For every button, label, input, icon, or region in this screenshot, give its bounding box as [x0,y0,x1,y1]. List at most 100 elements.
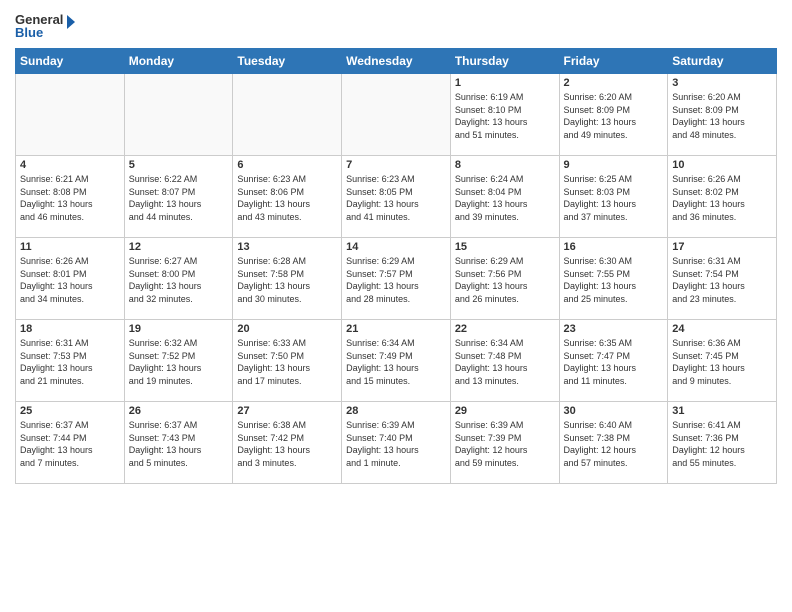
day-number: 19 [129,323,229,335]
calendar-cell: 4 Sunrise: 6:21 AM Sunset: 8:08 PM Daylig… [16,156,125,238]
day-info: Sunrise: 6:36 AM Sunset: 7:45 PM Dayligh… [672,337,772,387]
day-info: Sunrise: 6:31 AM Sunset: 7:54 PM Dayligh… [672,255,772,305]
day-number: 12 [129,241,229,253]
day-number: 31 [672,405,772,417]
day-number: 18 [20,323,120,335]
calendar-cell [233,74,342,156]
day-info: Sunrise: 6:37 AM Sunset: 7:43 PM Dayligh… [129,419,229,469]
day-info: Sunrise: 6:41 AM Sunset: 7:36 PM Dayligh… [672,419,772,469]
day-number: 26 [129,405,229,417]
calendar-cell: 31 Sunrise: 6:41 AM Sunset: 7:36 PM Dayli… [668,402,777,484]
calendar-cell: 11 Sunrise: 6:26 AM Sunset: 8:01 PM Dayli… [16,238,125,320]
calendar-cell: 22 Sunrise: 6:34 AM Sunset: 7:48 PM Dayli… [450,320,559,402]
day-info: Sunrise: 6:34 AM Sunset: 7:49 PM Dayligh… [346,337,446,387]
day-number: 30 [564,405,664,417]
day-number: 9 [564,159,664,171]
day-info: Sunrise: 6:25 AM Sunset: 8:03 PM Dayligh… [564,173,664,223]
weekday-header-sunday: Sunday [16,49,125,74]
day-number: 2 [564,77,664,89]
day-number: 15 [455,241,555,253]
calendar-cell: 2 Sunrise: 6:20 AM Sunset: 8:09 PM Daylig… [559,74,668,156]
day-info: Sunrise: 6:31 AM Sunset: 7:53 PM Dayligh… [20,337,120,387]
day-info: Sunrise: 6:30 AM Sunset: 7:55 PM Dayligh… [564,255,664,305]
calendar-cell: 24 Sunrise: 6:36 AM Sunset: 7:45 PM Dayli… [668,320,777,402]
day-number: 13 [237,241,337,253]
svg-text:Blue: Blue [15,25,43,40]
day-number: 25 [20,405,120,417]
page: GeneralBlue SundayMondayTuesdayWednesday… [0,0,792,612]
day-number: 24 [672,323,772,335]
calendar-cell: 12 Sunrise: 6:27 AM Sunset: 8:00 PM Dayli… [124,238,233,320]
calendar-cell: 10 Sunrise: 6:26 AM Sunset: 8:02 PM Dayli… [668,156,777,238]
day-info: Sunrise: 6:34 AM Sunset: 7:48 PM Dayligh… [455,337,555,387]
week-row-5: 25Sunrise: 6:37 AM Sunset: 7:44 PM Dayli… [16,402,777,484]
calendar-cell: 14Sunrise: 6:29 AM Sunset: 7:57 PM Dayli… [342,238,451,320]
calendar-cell: 30 Sunrise: 6:40 AM Sunset: 7:38 PM Dayli… [559,402,668,484]
day-info: Sunrise: 6:20 AM Sunset: 8:09 PM Dayligh… [672,91,772,141]
week-row-3: 11 Sunrise: 6:26 AM Sunset: 8:01 PM Dayli… [16,238,777,320]
day-info: Sunrise: 6:22 AM Sunset: 8:07 PM Dayligh… [129,173,229,223]
day-info: Sunrise: 6:27 AM Sunset: 8:00 PM Dayligh… [129,255,229,305]
day-number: 16 [564,241,664,253]
week-row-4: 18 Sunrise: 6:31 AM Sunset: 7:53 PM Dayli… [16,320,777,402]
week-row-1: 1 Sunrise: 6:19 AM Sunset: 8:10 PM Daylig… [16,74,777,156]
calendar-cell [124,74,233,156]
calendar-cell: 6 Sunrise: 6:23 AM Sunset: 8:06 PM Daylig… [233,156,342,238]
day-number: 23 [564,323,664,335]
calendar-cell: 15 Sunrise: 6:29 AM Sunset: 7:56 PM Dayli… [450,238,559,320]
calendar-cell: 8 Sunrise: 6:24 AM Sunset: 8:04 PM Daylig… [450,156,559,238]
weekday-header-monday: Monday [124,49,233,74]
day-number: 3 [672,77,772,89]
calendar-cell: 13Sunrise: 6:28 AM Sunset: 7:58 PM Dayli… [233,238,342,320]
day-number: 28 [346,405,446,417]
day-number: 8 [455,159,555,171]
day-number: 29 [455,405,555,417]
day-number: 21 [346,323,446,335]
calendar-cell: 21 Sunrise: 6:34 AM Sunset: 7:49 PM Dayli… [342,320,451,402]
week-row-2: 4 Sunrise: 6:21 AM Sunset: 8:08 PM Daylig… [16,156,777,238]
day-info: Sunrise: 6:39 AM Sunset: 7:39 PM Dayligh… [455,419,555,469]
calendar-cell [342,74,451,156]
calendar-cell: 29 Sunrise: 6:39 AM Sunset: 7:39 PM Dayli… [450,402,559,484]
calendar-cell: 5 Sunrise: 6:22 AM Sunset: 8:07 PM Daylig… [124,156,233,238]
header: GeneralBlue [15,10,777,42]
logo-svg: GeneralBlue [15,10,75,42]
calendar-cell: 3 Sunrise: 6:20 AM Sunset: 8:09 PM Daylig… [668,74,777,156]
day-number: 14 [346,241,446,253]
calendar-cell [16,74,125,156]
calendar-cell: 23 Sunrise: 6:35 AM Sunset: 7:47 PM Dayli… [559,320,668,402]
day-info: Sunrise: 6:32 AM Sunset: 7:52 PM Dayligh… [129,337,229,387]
day-number: 22 [455,323,555,335]
day-info: Sunrise: 6:23 AM Sunset: 8:05 PM Dayligh… [346,173,446,223]
day-info: Sunrise: 6:19 AM Sunset: 8:10 PM Dayligh… [455,91,555,141]
day-info: Sunrise: 6:40 AM Sunset: 7:38 PM Dayligh… [564,419,664,469]
calendar-cell: 26 Sunrise: 6:37 AM Sunset: 7:43 PM Dayli… [124,402,233,484]
calendar-cell: 19 Sunrise: 6:32 AM Sunset: 7:52 PM Dayli… [124,320,233,402]
day-number: 1 [455,77,555,89]
calendar-cell: 9 Sunrise: 6:25 AM Sunset: 8:03 PM Daylig… [559,156,668,238]
day-info: Sunrise: 6:29 AM Sunset: 7:56 PM Dayligh… [455,255,555,305]
day-number: 5 [129,159,229,171]
day-info: Sunrise: 6:21 AM Sunset: 8:08 PM Dayligh… [20,173,120,223]
calendar-cell: 16 Sunrise: 6:30 AM Sunset: 7:55 PM Dayli… [559,238,668,320]
calendar-table: SundayMondayTuesdayWednesdayThursdayFrid… [15,48,777,484]
day-number: 10 [672,159,772,171]
weekday-header-tuesday: Tuesday [233,49,342,74]
weekday-header-row: SundayMondayTuesdayWednesdayThursdayFrid… [16,49,777,74]
day-number: 6 [237,159,337,171]
day-info: Sunrise: 6:23 AM Sunset: 8:06 PM Dayligh… [237,173,337,223]
day-info: Sunrise: 6:24 AM Sunset: 8:04 PM Dayligh… [455,173,555,223]
day-info: Sunrise: 6:26 AM Sunset: 8:01 PM Dayligh… [20,255,120,305]
day-info: Sunrise: 6:26 AM Sunset: 8:02 PM Dayligh… [672,173,772,223]
weekday-header-thursday: Thursday [450,49,559,74]
day-number: 4 [20,159,120,171]
calendar-cell: 18 Sunrise: 6:31 AM Sunset: 7:53 PM Dayli… [16,320,125,402]
day-number: 20 [237,323,337,335]
day-number: 11 [20,241,120,253]
day-info: Sunrise: 6:20 AM Sunset: 8:09 PM Dayligh… [564,91,664,141]
weekday-header-wednesday: Wednesday [342,49,451,74]
day-number: 7 [346,159,446,171]
day-number: 27 [237,405,337,417]
day-info: Sunrise: 6:35 AM Sunset: 7:47 PM Dayligh… [564,337,664,387]
calendar-cell: 27Sunrise: 6:38 AM Sunset: 7:42 PM Dayli… [233,402,342,484]
